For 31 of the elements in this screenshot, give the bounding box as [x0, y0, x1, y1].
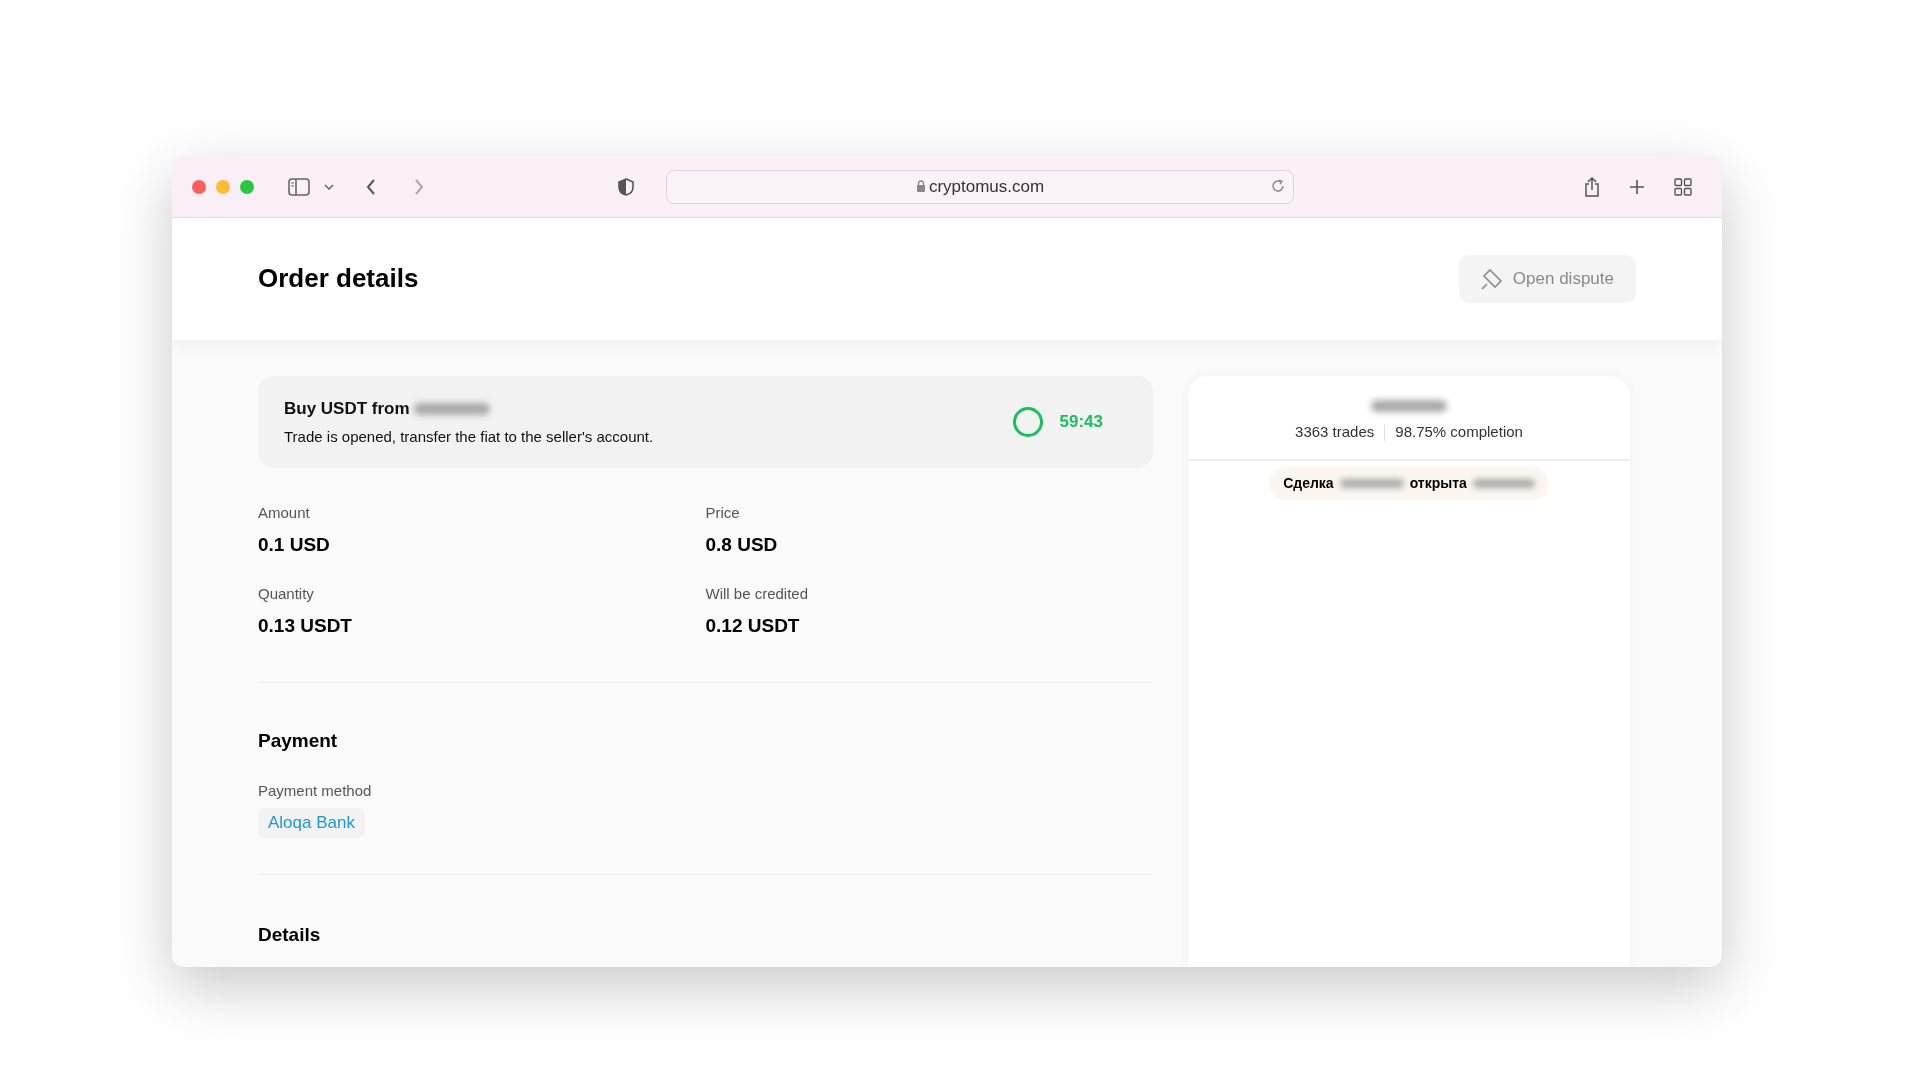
reload-icon[interactable]	[1271, 178, 1285, 193]
trade-count: 3363 trades	[1295, 422, 1375, 440]
payment-method-tag: Aloqa Bank	[258, 808, 365, 838]
field-label: Price	[705, 503, 741, 523]
field-value: 0.1 USD	[258, 532, 331, 557]
trade-title: Buy USDT from	[284, 398, 410, 420]
field-value: 0.13 USDT	[258, 613, 353, 638]
field-label: Will be credited	[705, 584, 810, 604]
field-value: 0.12 USDT	[705, 613, 801, 638]
chevron-down-icon[interactable]	[324, 183, 334, 190]
close-window-button[interactable]	[192, 179, 206, 194]
field-label: Payment method	[258, 780, 373, 801]
share-icon[interactable]	[1584, 176, 1600, 197]
page-title: Order details	[258, 263, 419, 295]
shield-icon[interactable]	[618, 177, 634, 196]
address-bar[interactable]: cryptomus.com	[666, 169, 1294, 204]
back-icon[interactable]	[366, 178, 376, 195]
section-heading: Details	[258, 922, 322, 947]
section-heading: Payment	[258, 729, 339, 753]
field-label: Quantity	[258, 584, 315, 604]
completion-rate: 98.75% completion	[1395, 422, 1523, 440]
field-label: Amount	[258, 503, 311, 523]
field-value: 0.8 USD	[705, 532, 779, 557]
tabs-grid-icon[interactable]	[1674, 177, 1692, 196]
trade-message: Trade is opened, transfer the fiat to the seller's account.	[284, 426, 654, 447]
chat-message: Сделка открыта	[1269, 467, 1549, 500]
countdown-timer: 59:43	[1059, 411, 1103, 434]
plus-icon[interactable]	[1630, 179, 1644, 194]
lock-icon	[915, 180, 926, 193]
sidebar-icon[interactable]	[288, 177, 310, 196]
gavel-icon	[1480, 268, 1503, 290]
